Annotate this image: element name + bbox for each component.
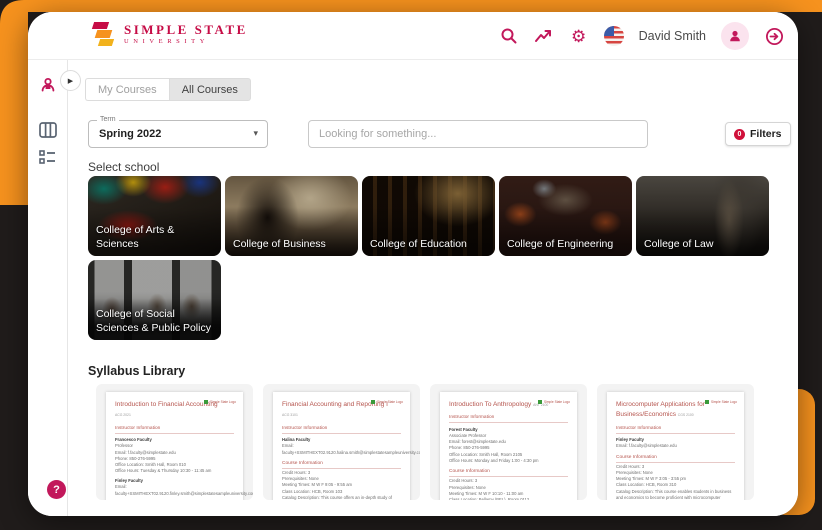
term-select[interactable]: Term Spring 2022 ▾ — [88, 116, 268, 148]
chevron-down-icon: ▾ — [253, 128, 258, 138]
school-card-arts-sciences[interactable]: College of Arts & Sciences — [88, 176, 221, 256]
school-card-education[interactable]: College of Education — [362, 176, 495, 256]
search-input[interactable] — [308, 120, 648, 148]
doc-section-heading: Instructor Information — [616, 426, 735, 434]
settings-gear-icon[interactable]: ⚙ — [569, 26, 589, 46]
app-header: SIMPLE STATE UNIVERSITY ⚙ David Smith — [28, 12, 798, 60]
preferences-list-icon[interactable] — [28, 150, 68, 164]
term-select-label: Term — [97, 116, 119, 123]
course-info: Credit Hours: 3 Prerequisites: None Meet… — [616, 463, 732, 500]
us-flag-language-icon[interactable] — [603, 26, 624, 46]
school-logo-badge: Simple State Logo — [203, 400, 236, 404]
tab-my-courses[interactable]: My Courses — [85, 78, 169, 101]
faculty-name: Forest Faculty — [449, 426, 478, 432]
doc-section-heading: Course Information — [449, 469, 568, 478]
faculty-details: Email: faculty+SSMITHEXT02.9120.halina.s… — [282, 443, 420, 455]
term-select-value: Spring 2022 — [99, 128, 162, 140]
question-mark-icon: ? — [53, 483, 60, 496]
filters-count-badge: 0 — [734, 128, 745, 140]
faculty-details: Associate Professor Email: forest@simple… — [449, 432, 539, 464]
syllabus-page: Simple State Logo Introduction to Financ… — [106, 392, 253, 500]
syllabus-library-heading: Syllabus Library — [88, 364, 186, 378]
faculty-name: Finley Faculty — [616, 437, 644, 443]
logo-title: SIMPLE STATE — [124, 21, 248, 37]
faculty-name: Halina Faculty — [282, 437, 311, 443]
course-info: Credit Hours: 3 Prerequisites: None Meet… — [282, 469, 392, 500]
trending-icon[interactable] — [534, 26, 554, 46]
school-cards-row-2: College of Social Sciences & Public Poli… — [88, 260, 221, 340]
logo-placeholder-icon — [537, 400, 542, 404]
doc-section-heading: Course Information — [616, 455, 735, 463]
course-tabs: My Courses All Courses — [85, 78, 251, 101]
sidebar — [28, 60, 68, 516]
logo-placeholder-icon — [704, 400, 709, 404]
syllabus-docs-row: Simple State Logo Introduction to Financ… — [96, 384, 754, 500]
doc-course-code: ACG 2021 — [115, 413, 131, 418]
select-school-heading: Select school — [88, 160, 160, 174]
logo-placeholder-icon — [370, 400, 375, 404]
sidebar-expand-button[interactable]: ▶ — [60, 70, 81, 91]
school-logo-badge: Simple State Logo — [537, 400, 570, 404]
course-info: Credit Hours: 3 Prerequisites: None Meet… — [449, 478, 530, 500]
doc-section-heading: Course Information — [282, 461, 401, 469]
school-cards-row-1: College of Arts & Sciences College of Bu… — [88, 176, 769, 256]
user-name: David Smith — [638, 29, 706, 43]
school-logo-badge: Simple State Logo — [370, 400, 403, 404]
profile-person-icon[interactable] — [721, 22, 749, 50]
logout-icon[interactable] — [764, 26, 784, 46]
faculty-details: Professor Email: f.faculty@simplestate.e… — [115, 443, 212, 474]
chevron-right-icon: ▶ — [67, 77, 74, 85]
filters-button[interactable]: 0 Filters — [725, 122, 791, 146]
syllabus-page: Simple State Logo Introduction To Anthro… — [440, 392, 577, 500]
courses-grid-icon[interactable] — [28, 122, 68, 138]
school-card-label: College of Education — [370, 237, 467, 250]
syllabus-doc-anthropology[interactable]: Simple State Logo Introduction To Anthro… — [430, 384, 587, 500]
school-card-label: College of Engineering — [507, 237, 614, 250]
school-card-business[interactable]: College of Business — [225, 176, 358, 256]
tab-all-courses[interactable]: All Courses — [168, 78, 251, 101]
school-logo-badge: Simple State Logo — [704, 400, 737, 404]
school-card-label: College of Law — [644, 237, 714, 250]
syllabus-doc-financial-reporting[interactable]: Simple State Logo Financial Accounting a… — [263, 384, 420, 500]
university-logo[interactable]: SIMPLE STATE UNIVERSITY — [91, 21, 248, 47]
logo-subtitle: UNIVERSITY — [124, 37, 209, 45]
doc-course-code: ACG 3101 — [282, 413, 298, 418]
doc-section-heading: Instructor Information — [115, 426, 234, 434]
filters-button-label: Filters — [750, 128, 782, 140]
main-content: My Courses All Courses Term Spring 2022 … — [68, 60, 798, 516]
syllabus-doc-microcomputer-applications[interactable]: Simple State Logo Microcomputer Applicat… — [597, 384, 754, 500]
logo-placeholder-icon — [203, 400, 208, 404]
faculty-details: Email: f.faculty@simplestate.edu — [616, 443, 677, 449]
syllabus-page: Simple State Logo Financial Accounting a… — [273, 392, 420, 500]
university-logo-icon — [91, 21, 116, 47]
help-button[interactable]: ? — [47, 480, 66, 499]
school-card-label: College of Social Sciences & Public Poli… — [96, 307, 211, 334]
school-card-engineering[interactable]: College of Engineering — [499, 176, 632, 256]
search-icon[interactable] — [499, 26, 519, 46]
doc-course-code: CGS 2100 — [677, 413, 694, 418]
doc-section-heading: Instructor Information — [449, 415, 568, 424]
app-window: SIMPLE STATE UNIVERSITY ⚙ David Smith ▶ … — [28, 12, 798, 516]
school-card-social-sciences[interactable]: College of Social Sciences & Public Poli… — [88, 260, 221, 340]
doc-section-heading: Instructor Information — [282, 426, 401, 434]
screen: SIMPLE STATE UNIVERSITY ⚙ David Smith ▶ … — [0, 0, 822, 530]
school-card-label: College of Arts & Sciences — [96, 223, 175, 250]
syllabus-page: Simple State Logo Microcomputer Applicat… — [607, 392, 744, 500]
school-card-law[interactable]: College of Law — [636, 176, 769, 256]
faculty-details: Email: faculty+SSMITHEXT02.9120.finley.s… — [115, 484, 253, 496]
syllabus-doc-financial-accounting[interactable]: Simple State Logo Introduction to Financ… — [96, 384, 253, 500]
faculty-name: Francesco Faculty — [115, 437, 152, 443]
faculty-name: Finley Faculty — [115, 478, 143, 484]
school-card-label: College of Business — [233, 237, 326, 250]
